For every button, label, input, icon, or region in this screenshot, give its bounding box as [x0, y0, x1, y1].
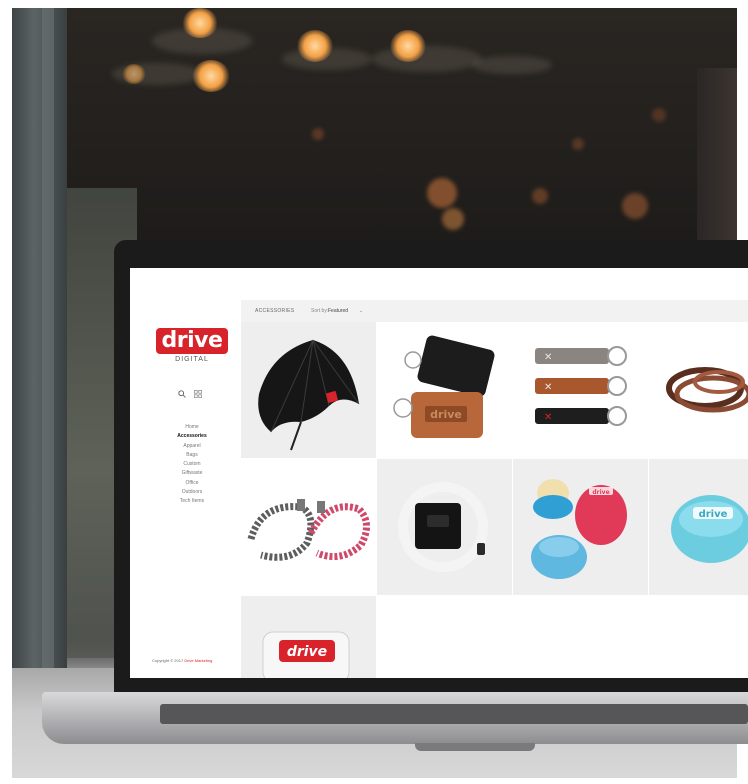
nav-item-giftwaste[interactable]: Giftwaste [160, 469, 224, 478]
product-tile-luggage-tags[interactable]: drive [377, 322, 512, 458]
product-tile-keychains[interactable]: ✕ ✕ ✕ [513, 322, 648, 458]
product-tile-mint-tin[interactable]: drive [241, 596, 376, 678]
product-grid: drive ✕ ✕ ✕ drive drive drive [241, 322, 748, 678]
window-frame-bar [42, 8, 54, 668]
pendant-lamp [122, 64, 146, 84]
search-icon[interactable] [178, 390, 186, 398]
laptop-hinge-notch [415, 743, 535, 751]
chevron-down-icon[interactable]: ⌄ [359, 308, 363, 314]
ceiling-light-shade [472, 56, 552, 74]
listing-toolbar: ACCESSORIES Sort by: Featured ⌄ [241, 300, 748, 322]
site-sidebar: drive DIGITAL Home Accessories Apparel B… [130, 268, 241, 678]
pendant-lamp [297, 30, 333, 62]
lip-balms-image: drive [531, 479, 627, 579]
nav-item-custom[interactable]: Custom [160, 460, 224, 469]
product-tile-tape-measure[interactable] [377, 459, 512, 595]
bokeh-light [572, 138, 584, 150]
nav-item-office[interactable]: Office [160, 479, 224, 488]
grid-view-icon[interactable] [194, 390, 202, 398]
nav-item-outdoors[interactable]: Outdoors [160, 488, 224, 497]
copyright-text: Copyright © 2017 [152, 658, 185, 663]
bokeh-light [312, 128, 324, 140]
bokeh-light [532, 188, 548, 204]
product-tile-lip-balm-teal[interactable]: drive [649, 459, 748, 595]
copyright: Copyright © 2017 Drive Marketing [152, 658, 242, 663]
svg-text:✕: ✕ [544, 382, 552, 393]
lip-balm-teal-image: drive [671, 495, 748, 563]
lip-balm-brand: drive [592, 489, 609, 496]
keychains-image: ✕ ✕ ✕ [535, 346, 627, 426]
breadcrumb[interactable]: ACCESSORIES [255, 308, 294, 314]
nav-item-tech-items[interactable]: Tech Items [160, 497, 224, 506]
nav-item-apparel[interactable]: Apparel [160, 442, 224, 451]
lip-balm-teal-brand: drive [699, 509, 728, 520]
mint-tin-image: drive [262, 631, 350, 678]
lanyards-image [247, 499, 370, 561]
product-tile-lip-balms[interactable]: drive [513, 459, 648, 595]
sort-label: Sort by: [311, 308, 329, 314]
bokeh-light [652, 108, 666, 122]
nav-item-home[interactable]: Home [160, 423, 224, 432]
mint-tin-brand: drive [287, 644, 327, 660]
category-nav: Home Accessories Apparel Bags Custom Gif… [160, 423, 224, 507]
svg-text:✕: ✕ [544, 352, 552, 363]
laptop-screen: drive DIGITAL Home Accessories Apparel B… [130, 268, 748, 678]
sort-dropdown[interactable]: Featured [328, 308, 348, 314]
laptop-keyboard [160, 704, 748, 724]
tape-measure-image [398, 482, 488, 572]
svg-text:✕: ✕ [544, 412, 552, 423]
nav-item-accessories[interactable]: Accessories [160, 432, 224, 441]
window-frame [12, 8, 67, 668]
pendant-lamp [390, 30, 426, 62]
pendant-lamp [192, 60, 230, 92]
product-tile-lanyards[interactable] [241, 459, 376, 595]
product-tile-umbrella[interactable] [241, 322, 376, 458]
umbrella-image [258, 339, 360, 451]
copyright-brand-link[interactable]: Drive Marketing [184, 658, 212, 663]
product-tile-bracelets[interactable] [649, 322, 748, 458]
pendant-lamp [182, 8, 218, 38]
luggage-tag-brand: drive [430, 408, 462, 421]
logo-subtitle: DIGITAL [175, 356, 209, 363]
logo-text: drive [161, 328, 223, 353]
sidebar-icons [178, 390, 208, 400]
bokeh-light [427, 178, 457, 208]
nav-item-bags[interactable]: Bags [160, 451, 224, 460]
bokeh-light [442, 208, 464, 230]
luggage-tags-image: drive [393, 335, 495, 438]
bracelets-image [666, 367, 748, 413]
site-logo[interactable]: drive [156, 328, 228, 354]
bokeh-light [622, 193, 648, 219]
ceiling-light-shade [372, 46, 482, 72]
